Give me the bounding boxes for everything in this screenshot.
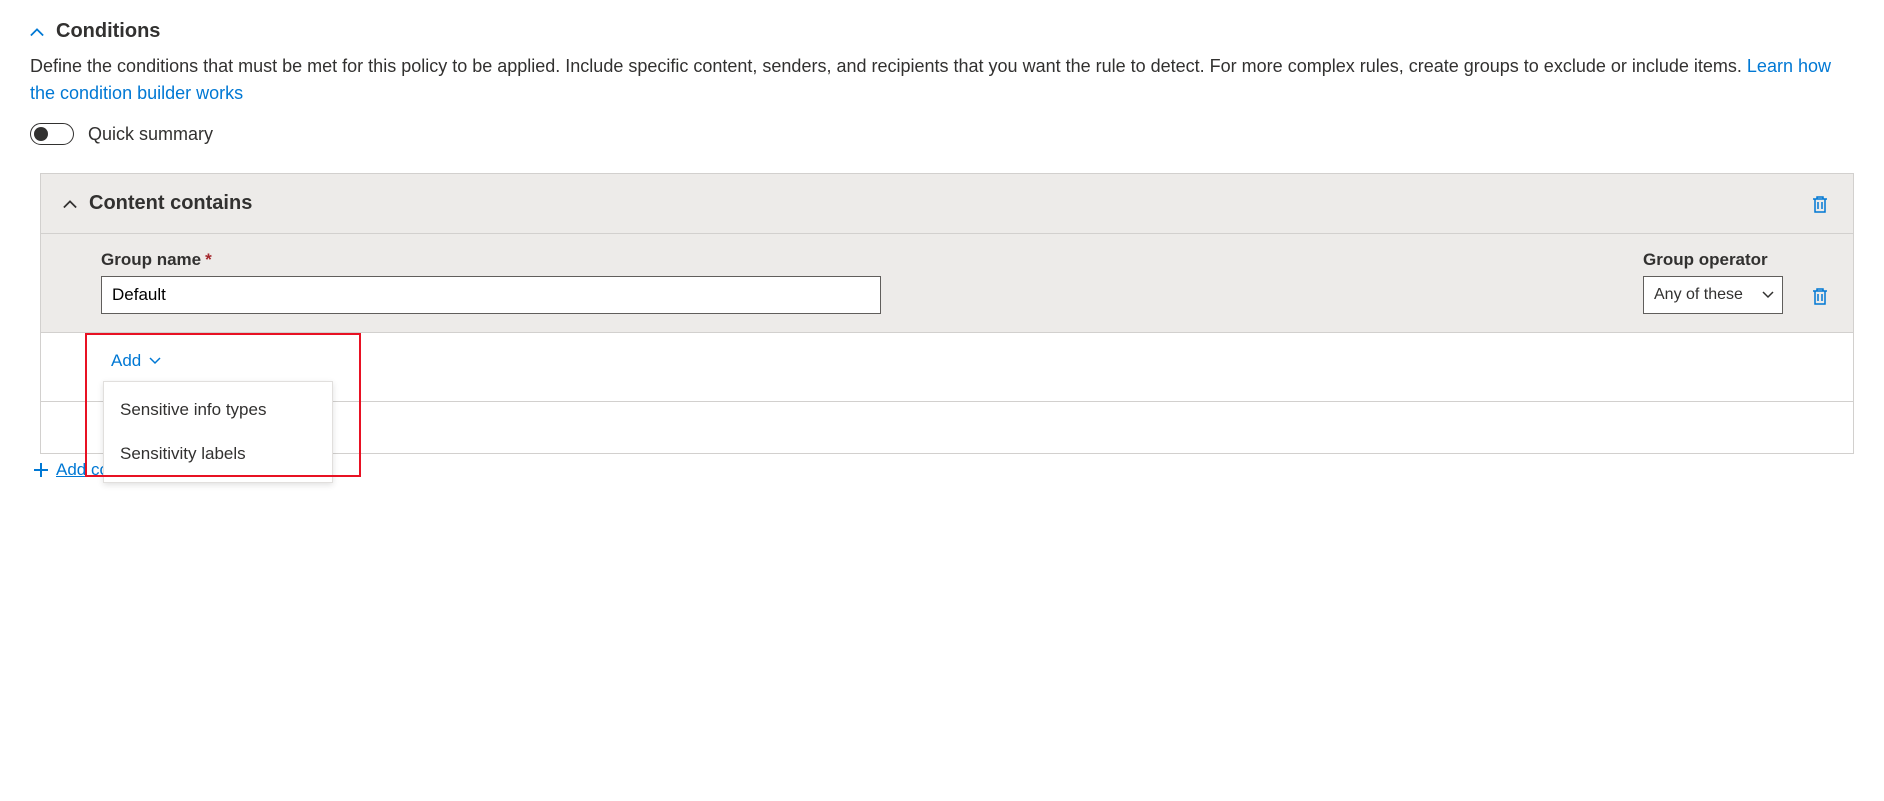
group-operator-select[interactable]: Any of these <box>1643 276 1783 314</box>
panel-header: Content contains <box>41 174 1853 234</box>
panel-title: Content contains <box>89 192 252 215</box>
section-description: Define the conditions that must be met f… <box>30 53 1854 107</box>
group-operator-field: Group operator Any of these <box>1643 250 1783 314</box>
add-dropdown-menu: Sensitive info types Sensitivity labels <box>103 381 333 483</box>
group-operator-value: Any of these <box>1654 286 1743 304</box>
toggle-knob <box>34 127 48 141</box>
trash-icon[interactable] <box>1811 194 1829 214</box>
group-name-field: Group name* <box>101 250 881 314</box>
chevron-down-icon <box>1762 291 1774 299</box>
chevron-down-icon <box>149 357 161 365</box>
add-button[interactable]: Add <box>111 351 161 371</box>
menu-item-sensitive-info-types[interactable]: Sensitive info types <box>104 388 332 432</box>
chevron-up-icon[interactable] <box>63 197 77 211</box>
quick-summary-toggle[interactable] <box>30 123 74 145</box>
conditions-header[interactable]: Conditions <box>30 20 1854 43</box>
quick-summary-toggle-row: Quick summary <box>30 123 1854 145</box>
group-name-input[interactable] <box>101 276 881 314</box>
group-name-label: Group name* <box>101 250 881 270</box>
required-indicator: * <box>205 250 212 269</box>
group-operator-label: Group operator <box>1643 250 1783 270</box>
trash-icon[interactable] <box>1811 286 1829 306</box>
add-row: Add Sensitive info types Sensitivity lab… <box>41 333 1853 401</box>
menu-item-sensitivity-labels[interactable]: Sensitivity labels <box>104 432 332 476</box>
content-contains-panel: Content contains Group name* Group opera… <box>40 173 1854 454</box>
section-title: Conditions <box>56 20 160 43</box>
group-settings-row: Group name* Group operator Any of these <box>41 234 1853 333</box>
quick-summary-label: Quick summary <box>88 124 213 145</box>
plus-icon <box>34 463 48 477</box>
chevron-up-icon <box>30 25 44 39</box>
add-label: Add <box>111 351 141 371</box>
description-text: Define the conditions that must be met f… <box>30 56 1747 76</box>
